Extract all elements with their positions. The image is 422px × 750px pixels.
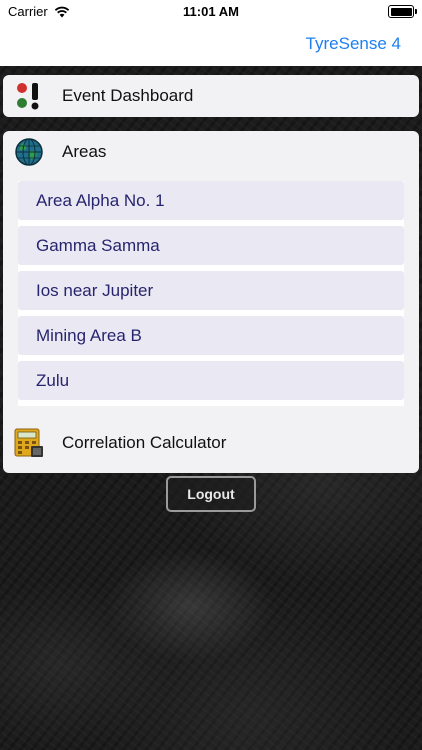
navigation-bar: TyreSense 4 [0,24,422,66]
correlation-calculator-label: Correlation Calculator [62,433,227,452]
areas-label: Areas [62,142,107,161]
areas-list: Area Alpha No. 1 Gamma Samma Ios near Ju… [18,181,404,406]
battery-level [390,7,412,16]
area-list-item[interactable]: Zulu [18,361,404,400]
status-time: 11:01 AM [183,4,239,19]
area-list-item[interactable]: Mining Area B [18,316,404,355]
event-dashboard-label: Event Dashboard [62,86,194,105]
event-dashboard-row[interactable]: Event Dashboard [3,75,419,117]
calculator-icon [13,427,45,459]
areas-header[interactable]: Areas [3,131,419,173]
status-bar: Carrier 11:01 AM [0,0,422,24]
area-list-item[interactable]: Ios near Jupiter [18,271,404,310]
traffic-light-icon [13,80,45,112]
nav-title-button[interactable]: TyreSense 4 [306,34,401,54]
globe-icon [13,136,45,168]
correlation-calculator-row[interactable]: Correlation Calculator [3,422,419,464]
area-list-item[interactable]: Gamma Samma [18,226,404,265]
area-list-item[interactable]: Area Alpha No. 1 [18,181,404,220]
main-content: Event Dashboard Areas Area Alpha No. 1 G… [0,66,422,750]
battery-icon [388,5,417,18]
logout-button[interactable]: Logout [166,476,256,512]
